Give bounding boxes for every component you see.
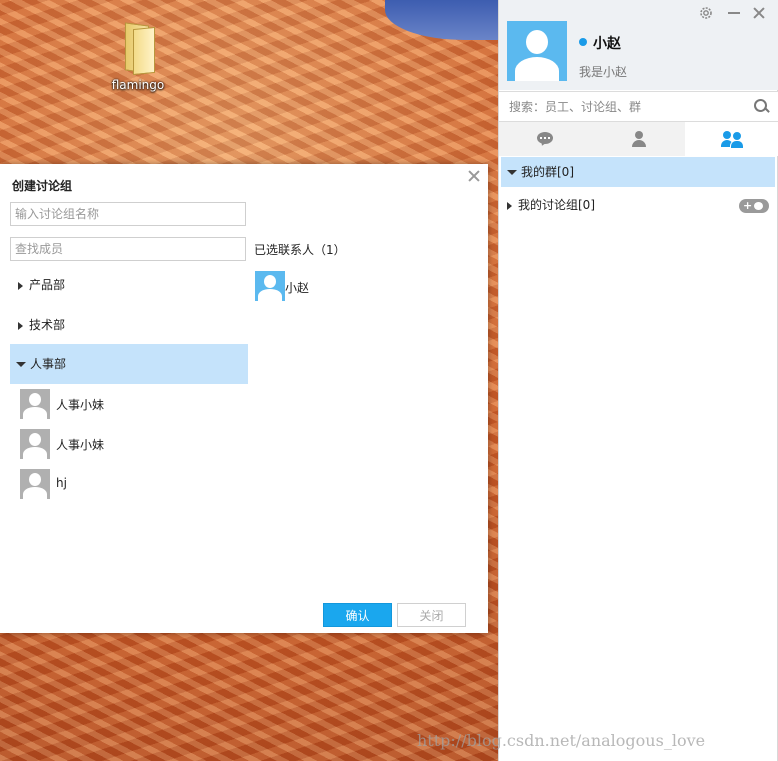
- add-discussion-group-icon[interactable]: +: [739, 199, 769, 213]
- group-icon: [721, 131, 744, 149]
- chat-icon: [537, 132, 553, 144]
- create-group-dialog: 创建讨论组 产品部 技术部 人事部 人事小妹 人事小妹 hj 已选联系人（1） …: [0, 164, 488, 633]
- caret-right-icon: [18, 281, 23, 290]
- gear-icon[interactable]: [699, 6, 713, 20]
- member-search-input[interactable]: [10, 237, 246, 261]
- panel-tabs: [499, 122, 778, 156]
- search-icon[interactable]: [754, 99, 769, 114]
- avatar-icon: [20, 469, 50, 499]
- tab-recent-chats[interactable]: [499, 122, 592, 156]
- search-bar: [499, 91, 778, 122]
- department-product[interactable]: 产品部: [10, 265, 248, 305]
- group-category-label: 我的群[0]: [521, 165, 574, 179]
- caret-right-icon: [18, 321, 23, 330]
- selected-contact-name: 小赵: [285, 281, 310, 295]
- close-icon[interactable]: [752, 6, 766, 20]
- search-input[interactable]: [509, 92, 749, 121]
- member-name: 人事小妹: [56, 398, 105, 412]
- online-status-icon[interactable]: [579, 38, 587, 46]
- group-list: 我的群[0] 我的讨论组[0] +: [499, 157, 778, 237]
- avatar-icon: [20, 389, 50, 419]
- wallpaper-sky: [385, 0, 505, 40]
- avatar-icon: [255, 271, 285, 301]
- confirm-button[interactable]: 确认: [323, 603, 392, 627]
- user-signature[interactable]: 我是小赵: [579, 63, 627, 80]
- member-name: 人事小妹: [56, 438, 105, 452]
- department-label: 产品部: [29, 278, 66, 292]
- avatar-icon: [20, 429, 50, 459]
- tab-groups[interactable]: [685, 122, 778, 156]
- close-icon[interactable]: [466, 168, 482, 184]
- department-tech[interactable]: 技术部: [10, 305, 248, 345]
- close-button[interactable]: 关闭: [397, 603, 466, 627]
- user-name: 小赵: [593, 36, 621, 52]
- caret-right-icon: [507, 201, 512, 210]
- folder-icon: [121, 22, 155, 76]
- caret-down-icon: [16, 362, 26, 367]
- caret-down-icon: [507, 170, 517, 175]
- person-icon: [632, 131, 646, 147]
- profile-header: 小赵 我是小赵: [499, 0, 778, 90]
- member-name: hj: [56, 476, 67, 490]
- department-hr[interactable]: 人事部: [10, 344, 248, 384]
- desktop-folder-flamingo[interactable]: flamingo: [108, 22, 168, 92]
- desktop-icon-label: flamingo: [111, 78, 165, 92]
- group-category-label: 我的讨论组[0]: [518, 198, 595, 212]
- department-label: 技术部: [29, 318, 66, 332]
- user-avatar[interactable]: [507, 21, 567, 81]
- department-label: 人事部: [30, 357, 67, 371]
- dialog-title: 创建讨论组: [12, 179, 73, 193]
- group-category-my-groups[interactable]: 我的群[0]: [501, 157, 775, 187]
- selected-contacts-label: 已选联系人（1）: [254, 243, 346, 257]
- main-panel: 小赵 我是小赵 我的群[0] 我的讨论组[0] +: [498, 0, 778, 761]
- minimize-icon[interactable]: [727, 6, 741, 20]
- group-category-my-discussions[interactable]: 我的讨论组[0]: [501, 190, 775, 220]
- group-name-input[interactable]: [10, 202, 246, 226]
- tab-contacts[interactable]: [592, 122, 685, 156]
